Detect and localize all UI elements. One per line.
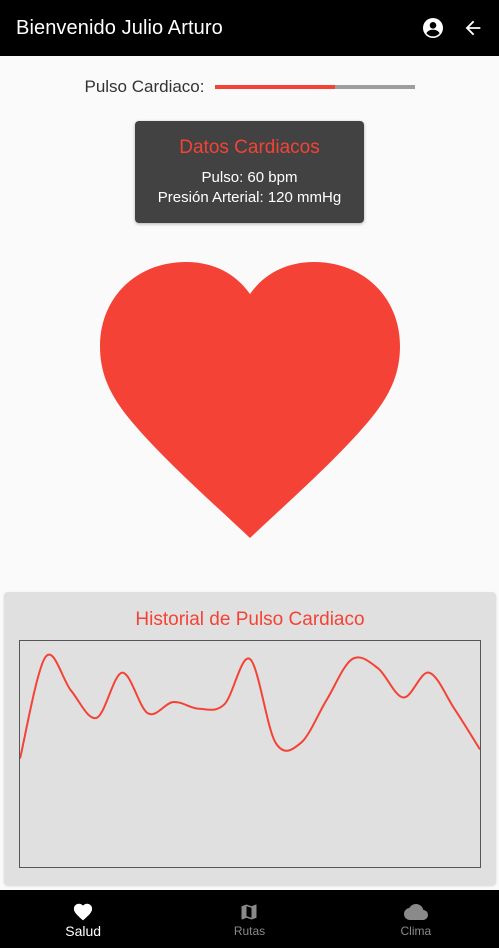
pulse-indicator: Pulso Cardiaco: (0, 74, 499, 100)
nav-label: Clima (400, 924, 432, 938)
account-button[interactable] (417, 12, 449, 44)
account-circle-icon (423, 18, 443, 38)
pulse-label: Pulso Cardiaco: (84, 77, 205, 96)
map-icon (241, 904, 257, 920)
nav-label: Rutas (233, 924, 266, 938)
bottom-navigation: Salud Rutas Clima (0, 890, 499, 948)
pulse-progress-fill (214, 85, 335, 89)
history-chart (19, 640, 481, 868)
history-chart-svg (19, 653, 481, 759)
nav-label: Salud (65, 923, 102, 939)
history-title: Historial de Pulso Cardiaco (135, 609, 365, 630)
app-bar: Bienvenido Julio Arturo (0, 0, 499, 56)
pulse-progress-bar (214, 85, 415, 89)
back-button[interactable] (457, 12, 489, 44)
pulse-value: Pulso: 60 bpm (201, 169, 298, 186)
page-title: Bienvenido Julio Arturo (16, 16, 223, 39)
heart-icon (100, 262, 400, 538)
pulse-history-line (19, 653, 481, 759)
cardiac-data-card: Datos Cardiacos Pulso: 60 bpm Presión Ar… (135, 121, 364, 223)
cloud-icon (403, 904, 428, 920)
history-panel: Historial de Pulso Cardiaco (4, 592, 496, 885)
arrow-back-icon (465, 20, 481, 36)
nav-item-rutas[interactable]: Rutas (166, 890, 332, 948)
nav-item-clima[interactable]: Clima (333, 890, 499, 948)
nav-item-salud[interactable]: Salud (0, 890, 166, 948)
card-title: Datos Cardiacos (179, 137, 320, 158)
blood-pressure-value: Presión Arterial: 120 mmHg (157, 189, 342, 206)
appbar-actions (417, 12, 489, 44)
heart-icon (74, 903, 93, 921)
